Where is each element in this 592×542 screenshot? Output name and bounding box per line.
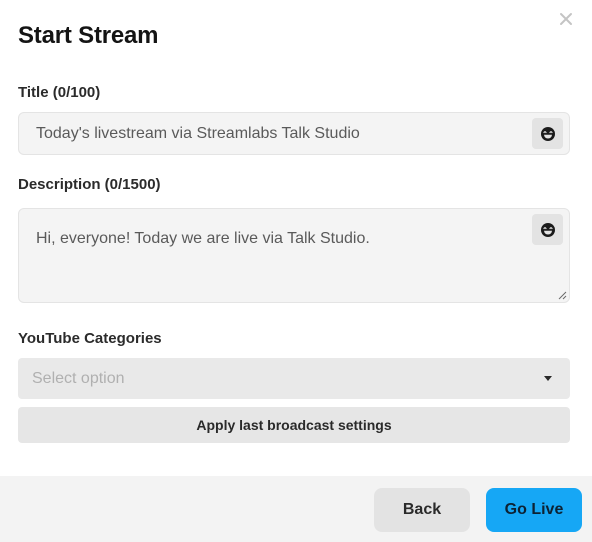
apply-last-settings-button[interactable]: Apply last broadcast settings <box>18 407 570 443</box>
description-label: Description (0/1500) <box>18 176 161 193</box>
description-field[interactable] <box>18 208 570 303</box>
chevron-down-icon <box>544 376 552 381</box>
start-stream-modal: Start Stream Title (0/100) Description (… <box>0 0 592 542</box>
title-field[interactable] <box>18 112 570 155</box>
category-select-placeholder: Select option <box>32 370 125 387</box>
emoji-icon-glyph <box>540 222 555 237</box>
title-label: Title (0/100) <box>18 84 101 101</box>
back-button[interactable]: Back <box>374 488 470 532</box>
modal-footer: Back Go Live <box>0 476 592 542</box>
resize-grip-icon[interactable] <box>558 291 567 300</box>
emoji-icon-glyph <box>540 126 555 141</box>
category-label: YouTube Categories <box>18 330 162 347</box>
emoji-icon[interactable] <box>532 214 563 245</box>
close-icon-glyph <box>560 13 572 25</box>
emoji-icon[interactable] <box>532 118 563 149</box>
close-icon[interactable] <box>558 12 574 28</box>
modal-title: Start Stream <box>18 22 159 49</box>
go-live-button[interactable]: Go Live <box>486 488 582 532</box>
description-input[interactable] <box>19 209 569 302</box>
title-input[interactable] <box>19 113 569 154</box>
category-select[interactable]: Select option <box>18 358 570 399</box>
